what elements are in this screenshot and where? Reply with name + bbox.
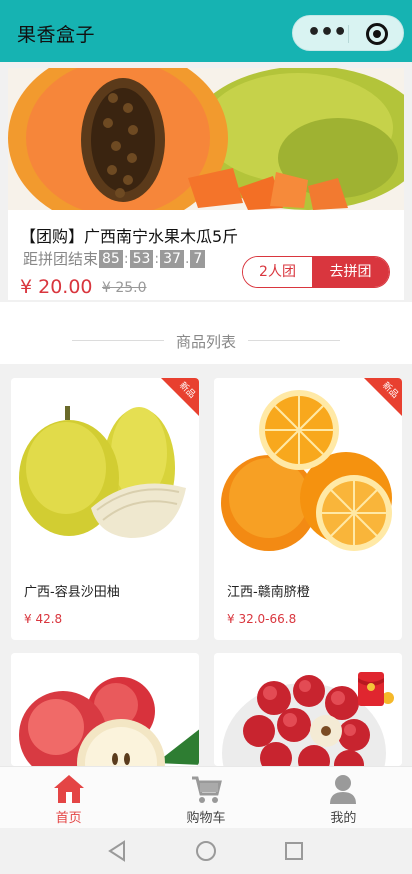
- capsule-divider: [348, 25, 349, 43]
- group-countdown: 距拼团结束 85: 53: 37. 7: [23, 248, 206, 269]
- join-group-button[interactable]: 去拼团: [312, 257, 389, 287]
- tab-bar: 首页 购物车 我的: [0, 766, 412, 828]
- product-name: 广西-容县沙田柚: [24, 585, 120, 600]
- miniprogram-capsule: •••: [292, 15, 404, 51]
- countdown-minutes: 53: [129, 249, 154, 268]
- apple-image: [11, 653, 199, 766]
- group-old-price: ¥ 25.0: [102, 280, 147, 296]
- group-price: ¥ 20.00: [20, 276, 93, 298]
- product-price: ¥ 42.8: [24, 612, 63, 626]
- divider-right: [248, 340, 340, 341]
- countdown-tenths: 7: [190, 249, 206, 268]
- product-card[interactable]: 新品 江西-赣南脐橙 ¥ 32.0-66.8: [214, 378, 402, 640]
- tab-profile[interactable]: 我的: [275, 767, 412, 828]
- group-buy-buttons: 2人团 去拼团: [242, 256, 390, 288]
- group-buy-title: 【团购】广西南宁水果木瓜5斤: [20, 227, 239, 246]
- app-header: 果香盒子 •••: [0, 0, 412, 62]
- red-packet-icon[interactable]: [354, 670, 394, 710]
- tab-home-label: 首页: [55, 811, 82, 826]
- product-card[interactable]: [11, 653, 199, 766]
- countdown-seconds: 37: [160, 249, 184, 268]
- tab-cart[interactable]: 购物车: [137, 767, 274, 828]
- papaya-image: [8, 68, 404, 210]
- home-circle-icon[interactable]: [196, 841, 216, 861]
- back-icon[interactable]: [108, 840, 125, 862]
- group-buy-card[interactable]: 【团购】广西南宁水果木瓜5斤 距拼团结束 85: 53: 37. 7 ¥ 20.…: [8, 68, 404, 300]
- recent-apps-icon[interactable]: [285, 842, 303, 860]
- product-name: 江西-赣南脐橙: [227, 585, 310, 600]
- product-card[interactable]: 新品 广西-容县沙田柚 ¥ 42.8: [11, 378, 199, 640]
- section-title: 商品列表: [175, 333, 236, 351]
- tab-cart-label: 购物车: [186, 811, 226, 826]
- user-icon: [327, 773, 359, 805]
- countdown-label: 距拼团结束: [23, 250, 99, 268]
- home-icon: [53, 773, 85, 805]
- more-icon[interactable]: •••: [307, 20, 347, 45]
- product-price: ¥ 32.0-66.8: [227, 612, 297, 626]
- tab-profile-label: 我的: [330, 811, 357, 826]
- product-list-heading: 商品列表: [0, 302, 412, 364]
- cart-icon: [190, 773, 222, 805]
- system-nav-bar: [0, 828, 412, 874]
- countdown-hours: 85: [99, 249, 123, 268]
- tab-home[interactable]: 首页: [0, 767, 137, 828]
- close-target-icon[interactable]: [366, 23, 388, 45]
- team-size-button[interactable]: 2人团: [243, 257, 312, 287]
- app-title: 果香盒子: [17, 24, 96, 46]
